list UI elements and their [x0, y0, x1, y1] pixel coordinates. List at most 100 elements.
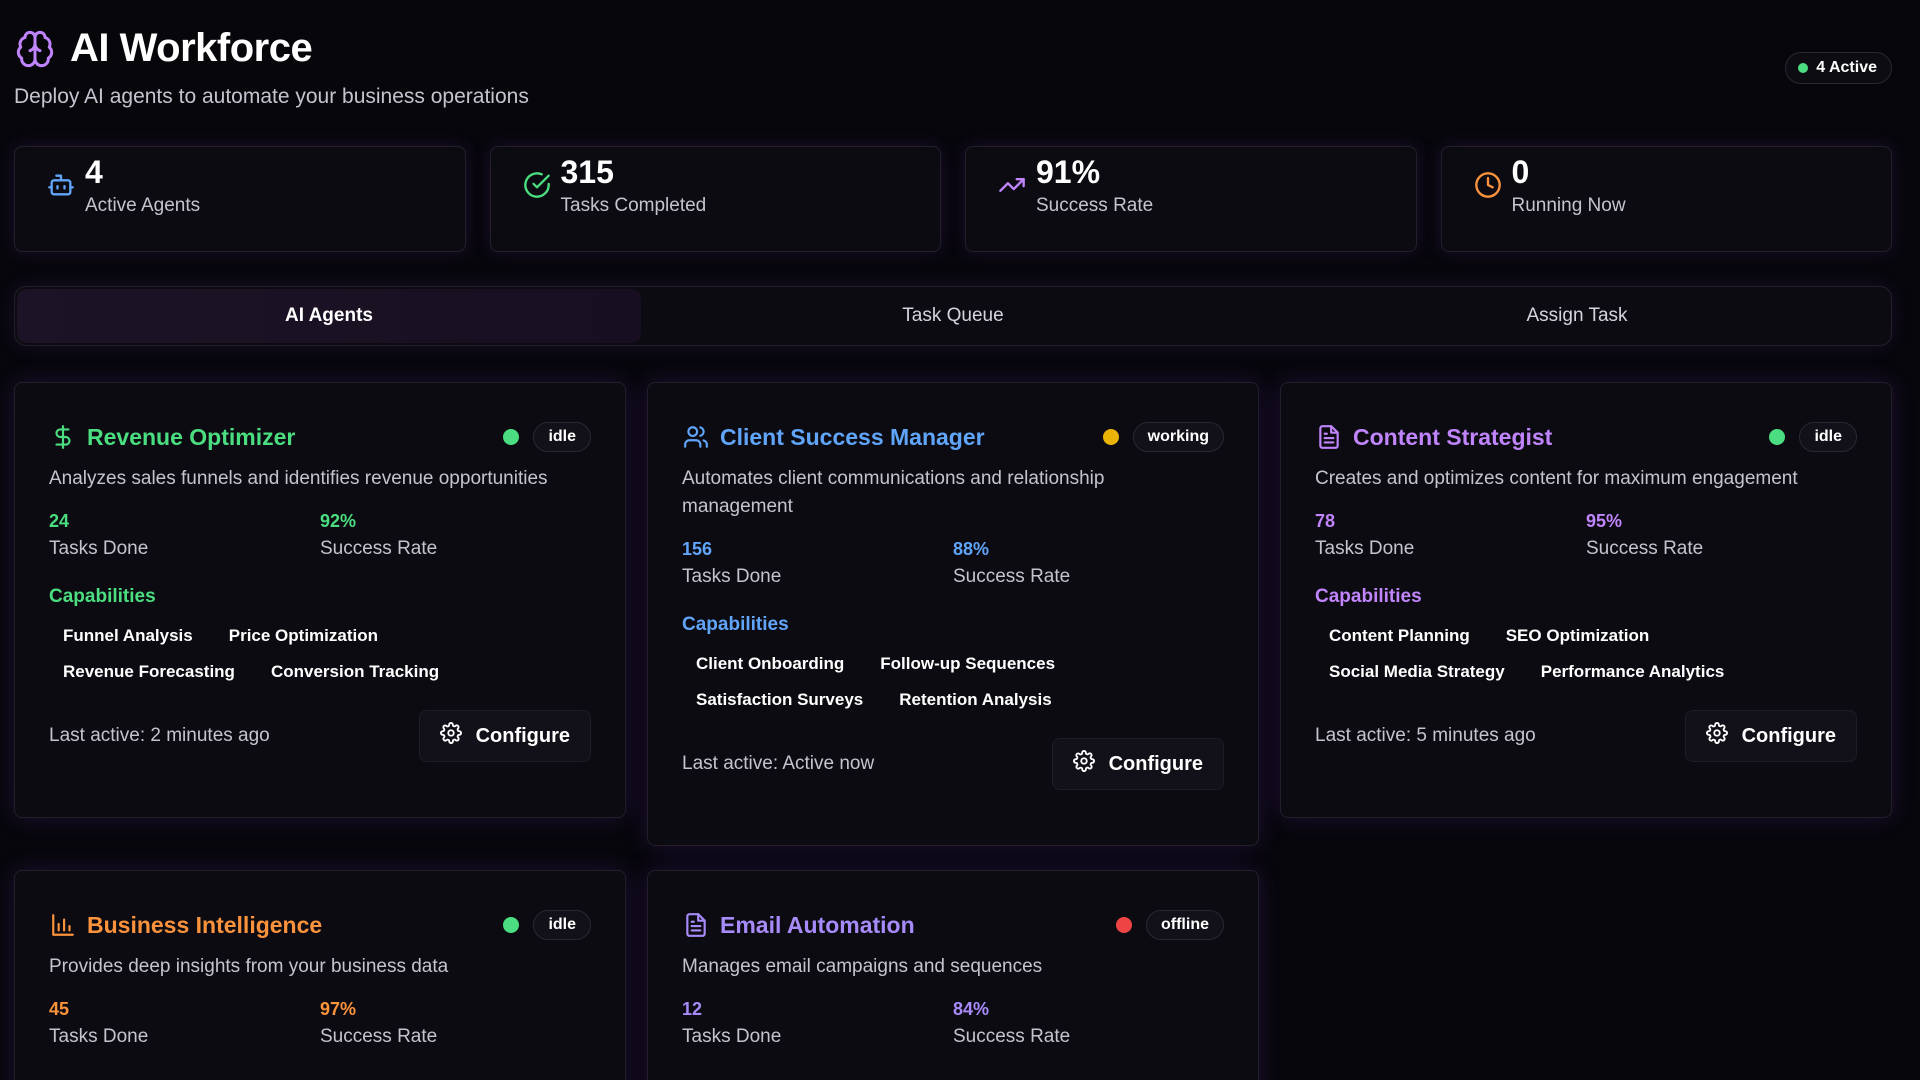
agent-description: Manages email campaigns and sequences — [682, 956, 1043, 977]
document-icon — [1315, 423, 1343, 451]
success-rate-value: 92% — [320, 511, 357, 531]
status-dot-icon — [1102, 429, 1119, 445]
capability-chip: Social Media Strategy — [1329, 662, 1505, 681]
capability-chip: Satisfaction Surveys — [696, 690, 864, 709]
tasks-done-label: Tasks Done — [682, 566, 782, 587]
stat-card-success-rate: 91% Success Rate — [965, 146, 1417, 252]
active-count-label: 4 Active — [1816, 59, 1877, 76]
agent-name: Business Intelligence — [87, 911, 323, 938]
capability-chip: Price Optimization — [228, 626, 378, 645]
agent-card-content-strategist: Content Strategist idle Creates and opti… — [1280, 382, 1892, 818]
status-badge: offline — [1146, 910, 1224, 940]
status-badge: working — [1132, 422, 1224, 452]
configure-button[interactable]: Configure — [1051, 738, 1224, 790]
active-dot-icon — [1798, 63, 1809, 73]
success-rate-value: 84% — [953, 999, 990, 1019]
tasks-done-value: 156 — [682, 539, 713, 559]
stat-label: Active Agents — [85, 195, 201, 217]
success-rate-label: Success Rate — [320, 538, 438, 559]
page-subtitle: Deploy AI agents to automate your busine… — [14, 85, 529, 108]
stat-value: 91% — [1036, 154, 1101, 190]
agent-description: Automates client communications and rela… — [682, 468, 1105, 517]
capabilities-list: Content Planning SEO Optimization Social… — [1311, 618, 1857, 690]
agent-name: Client Success Manager — [720, 423, 985, 450]
configure-label: Configure — [1741, 724, 1836, 747]
capability-chip: Content Planning — [1329, 626, 1470, 645]
tasks-done-label: Tasks Done — [49, 1026, 149, 1047]
success-rate-label: Success Rate — [953, 566, 1071, 587]
success-rate-value: 95% — [1586, 511, 1623, 531]
last-active-text: Last active: Active now — [682, 753, 875, 774]
tab-task-queue[interactable]: Task Queue — [641, 289, 1265, 343]
configure-button[interactable]: Configure — [1684, 710, 1857, 762]
robot-icon — [47, 171, 77, 201]
tasks-done-label: Tasks Done — [49, 538, 149, 559]
agent-description: Creates and optimizes content for maximu… — [1315, 468, 1798, 489]
tasks-done-value: 45 — [49, 999, 70, 1019]
agent-card-email-automation: Email Automation offline Manages email c… — [647, 870, 1259, 1080]
page-title: AI Workforce — [70, 26, 313, 70]
clock-icon — [1474, 171, 1504, 201]
success-rate-value: 97% — [320, 999, 357, 1019]
success-rate-label: Success Rate — [1586, 538, 1704, 559]
stat-card-tasks-completed: 315 Tasks Completed — [489, 146, 941, 252]
agent-card-client-success-manager: Client Success Manager working Automates… — [647, 382, 1259, 846]
capabilities-title: Capabilities — [49, 586, 156, 607]
gear-icon — [1705, 722, 1728, 750]
agent-name: Content Strategist — [1353, 423, 1553, 450]
agent-description: Analyzes sales funnels and identifies re… — [49, 468, 548, 489]
tab-bar: AI Agents Task Queue Assign Task — [14, 286, 1892, 346]
status-badge: idle — [533, 910, 591, 940]
status-badge: idle — [533, 422, 591, 452]
success-rate-label: Success Rate — [320, 1026, 438, 1047]
stat-card-active-agents: 4 Active Agents — [14, 146, 466, 252]
agent-name: Email Automation — [720, 911, 915, 938]
tasks-done-label: Tasks Done — [682, 1026, 782, 1047]
gear-icon — [439, 722, 462, 750]
capability-chip: Performance Analytics — [1540, 662, 1725, 681]
document-icon — [682, 911, 710, 939]
tasks-done-value: 78 — [1315, 511, 1336, 531]
active-count-badge: 4 Active — [1785, 52, 1892, 84]
capability-chip: Follow-up Sequences — [880, 654, 1056, 673]
check-circle-icon — [523, 171, 553, 201]
stat-value: 0 — [1511, 154, 1530, 190]
stat-value: 315 — [560, 154, 614, 190]
capability-chip: Client Onboarding — [696, 654, 845, 673]
gear-icon — [1072, 750, 1095, 778]
agent-card-revenue-optimizer: Revenue Optimizer idle Analyzes sales fu… — [14, 382, 626, 818]
tab-assign-task[interactable]: Assign Task — [1265, 289, 1889, 343]
capabilities-title: Capabilities — [682, 614, 789, 635]
stat-label: Success Rate — [1036, 195, 1154, 217]
success-rate-label: Success Rate — [953, 1026, 1071, 1047]
agent-name: Revenue Optimizer — [87, 423, 296, 450]
capability-chip: Revenue Forecasting — [63, 662, 235, 681]
tab-ai-agents[interactable]: AI Agents — [17, 289, 641, 343]
bar-chart-icon — [49, 911, 77, 939]
configure-button[interactable]: Configure — [418, 710, 591, 762]
status-dot-icon — [1116, 917, 1132, 933]
configure-label: Configure — [475, 724, 570, 747]
last-active-text: Last active: 2 minutes ago — [49, 725, 270, 746]
dollar-icon — [49, 423, 77, 451]
last-active-text: Last active: 5 minutes ago — [1315, 725, 1536, 746]
status-dot-icon — [1769, 429, 1786, 445]
status-badge: idle — [1799, 422, 1857, 452]
agent-card-business-intelligence: Business Intelligence idle Provides deep… — [14, 870, 626, 1080]
stats-row: 4 Active Agents 315 Tasks Completed 91% … — [14, 146, 1892, 252]
stat-card-running-now: 0 Running Now — [1440, 146, 1892, 252]
capability-chip: Retention Analysis — [899, 690, 1052, 709]
status-dot-icon — [503, 917, 520, 933]
tasks-done-value: 24 — [49, 511, 70, 531]
success-rate-value: 88% — [953, 539, 990, 559]
tasks-done-value: 12 — [682, 999, 703, 1019]
configure-label: Configure — [1108, 752, 1203, 775]
capabilities-list: Funnel Analysis Price Optimization Reven… — [45, 618, 591, 690]
trending-up-icon — [998, 171, 1028, 201]
capabilities-title: Capabilities — [1315, 586, 1422, 607]
capability-chip: Conversion Tracking — [270, 662, 440, 681]
tasks-done-label: Tasks Done — [1315, 538, 1415, 559]
page-header: AI Workforce Deploy AI agents to automat… — [14, 26, 1892, 116]
capability-chip: Funnel Analysis — [63, 626, 193, 645]
status-dot-icon — [503, 429, 520, 445]
